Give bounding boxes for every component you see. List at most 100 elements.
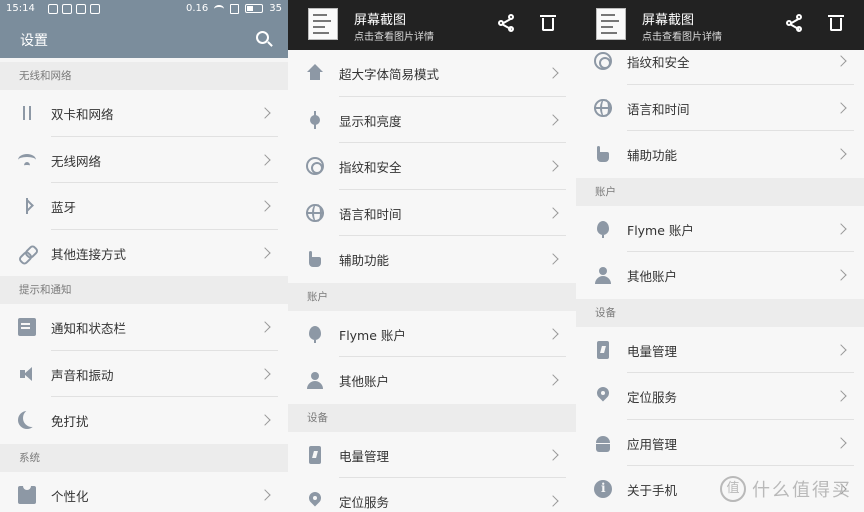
setting-item-flyme-account[interactable]: Flyme 账户 [288, 310, 576, 357]
chevron-right-icon [547, 374, 559, 386]
fingerprint-icon [594, 52, 612, 70]
setting-label: 通知和状态栏 [51, 321, 127, 336]
share-icon[interactable] [786, 14, 804, 32]
setting-item-other-accounts[interactable]: 其他账户 [576, 252, 864, 299]
status-bar: 15:14 0.16 35 [0, 0, 288, 20]
status-notification-icons [48, 4, 100, 14]
section-header-wireless: 无线和网络 [0, 62, 288, 90]
data-rate: 0.16 [186, 3, 209, 14]
settings-list: 无线和网络 双卡和网络 无线网络 蓝牙 其他连接方式 提示和通知 通知和状态栏 … [0, 62, 288, 512]
screenshot-notification[interactable]: 屏幕截图 点击查看图片详情 [288, 0, 576, 50]
setting-item-other-connections[interactable]: 其他连接方式 [0, 229, 288, 276]
setting-label: 显示和亮度 [339, 113, 402, 129]
wifi-icon [18, 153, 36, 166]
image-icon [62, 4, 72, 14]
chevron-right-icon [835, 148, 847, 160]
setting-label: 辅助功能 [339, 253, 390, 268]
chevron-right-icon [259, 153, 271, 166]
setting-item-language[interactable]: 语言和时间 [288, 189, 576, 236]
screenshot-thumbnail[interactable] [596, 8, 626, 40]
chevron-right-icon [547, 327, 559, 340]
chevron-right-icon [259, 488, 271, 501]
setting-item-dual-sim[interactable]: 双卡和网络 [0, 90, 288, 137]
chevron-right-icon [259, 414, 271, 426]
hand-icon [594, 145, 612, 163]
setting-item-easy-mode[interactable]: 超大字体简易模式 [288, 50, 576, 97]
chevron-right-icon [547, 253, 559, 265]
section-header-account: 账户 [576, 177, 864, 206]
page-title: 设置 [20, 33, 48, 49]
chevron-right-icon [835, 390, 847, 402]
app-icon [76, 4, 86, 14]
notification-subtitle: 点击查看图片详情 [354, 32, 434, 43]
account-icon [90, 4, 100, 14]
setting-label: 辅助功能 [627, 148, 678, 163]
setting-label: 无线网络 [51, 153, 102, 169]
section-header-notifications: 提示和通知 [0, 276, 288, 304]
moon-icon [18, 411, 36, 429]
chevron-right-icon [835, 55, 847, 67]
battery-icon [309, 445, 321, 464]
notification-subtitle: 点击查看图片详情 [642, 32, 722, 43]
settings-list: 指纹和安全 语言和时间 辅助功能 账户 Flyme 账户 其他账户 设备 电量管… [576, 38, 864, 512]
setting-item-display[interactable]: 显示和亮度 [288, 96, 576, 143]
chevron-right-icon [259, 367, 271, 380]
setting-label: 应用管理 [627, 436, 678, 452]
setting-item-battery[interactable]: 电量管理 [576, 326, 864, 373]
setting-item-accessibility[interactable]: 辅助功能 [288, 236, 576, 283]
setting-item-flyme-account[interactable]: Flyme 账户 [576, 205, 864, 252]
link-icon [18, 244, 36, 262]
share-icon[interactable] [498, 14, 516, 32]
globe-icon [594, 98, 612, 117]
screenshot-notification[interactable]: 屏幕截图 点击查看图片详情 [576, 0, 864, 50]
setting-label: 指纹和安全 [339, 160, 402, 175]
person-icon [306, 371, 324, 389]
setting-item-app-management[interactable]: 应用管理 [576, 419, 864, 466]
settings-header: 设置 [0, 20, 288, 58]
home-icon [306, 64, 324, 82]
screenshot-thumbnail[interactable] [308, 8, 338, 40]
setting-label: 蓝牙 [51, 200, 77, 215]
setting-label: 指纹和安全 [627, 55, 690, 70]
chevron-right-icon [835, 436, 847, 449]
setting-item-bluetooth[interactable]: 蓝牙 [0, 183, 288, 230]
setting-item-notification-bar[interactable]: 通知和状态栏 [0, 304, 288, 351]
setting-label: 双卡和网络 [51, 107, 114, 122]
wifi-status-icon [214, 4, 225, 13]
setting-item-personalize[interactable]: 个性化 [0, 471, 288, 512]
setting-item-language[interactable]: 语言和时间 [576, 84, 864, 131]
setting-item-battery[interactable]: 电量管理 [288, 431, 576, 478]
setting-label: 语言和时间 [339, 206, 402, 222]
setting-item-wifi[interactable]: 无线网络 [0, 136, 288, 183]
setting-label: 电量管理 [627, 343, 678, 359]
chevron-right-icon [835, 343, 847, 356]
chevron-right-icon [835, 101, 847, 114]
setting-label: 其他账户 [339, 374, 390, 389]
search-icon[interactable] [254, 29, 274, 49]
location-pin-icon [594, 387, 612, 405]
chevron-right-icon [259, 200, 271, 212]
setting-item-other-accounts[interactable]: 其他账户 [288, 357, 576, 404]
sim-status-icon [230, 3, 240, 14]
setting-label: Flyme 账户 [627, 222, 694, 238]
setting-item-accessibility[interactable]: 辅助功能 [576, 131, 864, 178]
globe-icon [306, 203, 324, 222]
section-header-system: 系统 [0, 443, 288, 472]
trash-icon[interactable] [540, 14, 556, 32]
watermark-logo: 值 [720, 476, 746, 502]
notification-icon [18, 318, 36, 336]
chevron-right-icon [835, 222, 847, 235]
setting-item-sound[interactable]: 声音和振动 [0, 350, 288, 397]
setting-item-location[interactable]: 定位服务 [576, 373, 864, 420]
watermark: 值 什么值得买 [720, 476, 852, 502]
setting-label: 定位服务 [339, 495, 390, 510]
trash-icon[interactable] [828, 14, 844, 32]
setting-item-fingerprint[interactable]: 指纹和安全 [288, 143, 576, 190]
chevron-right-icon [259, 246, 271, 259]
setting-label: 免打扰 [51, 414, 89, 429]
setting-item-location[interactable]: 定位服务 [288, 478, 576, 512]
notification-title: 屏幕截图 [354, 13, 407, 28]
settings-list: 超大字体简易模式 显示和亮度 指纹和安全 语言和时间 辅助功能 账户 Flyme… [288, 50, 576, 512]
chevron-right-icon [547, 67, 559, 79]
setting-item-dnd[interactable]: 免打扰 [0, 397, 288, 444]
